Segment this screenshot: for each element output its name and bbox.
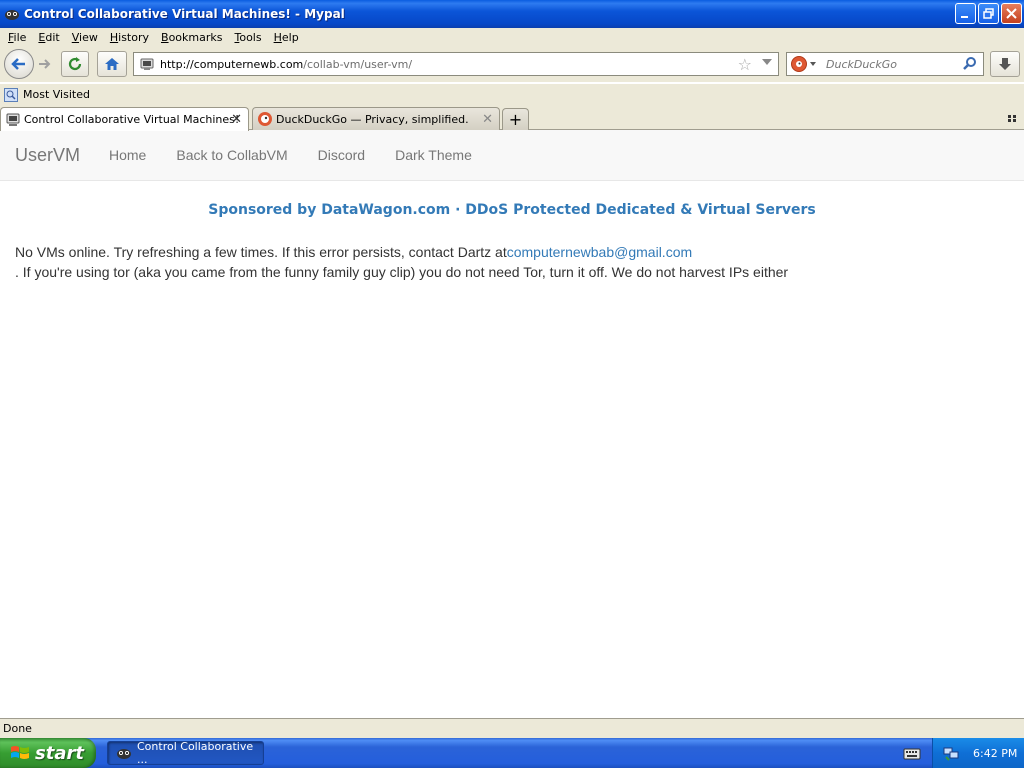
start-label: start <box>35 742 84 764</box>
menu-tools[interactable]: Tools <box>228 31 267 44</box>
downloads-button[interactable] <box>990 51 1020 77</box>
new-tab-button[interactable]: + <box>502 108 529 130</box>
search-go-icon[interactable] <box>962 56 978 75</box>
search-input[interactable] <box>824 56 954 72</box>
tab-collabvm[interactable]: Control Collaborative Virtual Machines! … <box>0 107 249 131</box>
sponsor-link[interactable]: Sponsored by DataWagon.com · DDoS Protec… <box>0 202 1024 218</box>
windows-logo-icon <box>11 746 29 759</box>
restore-button[interactable] <box>978 3 999 24</box>
home-button[interactable] <box>97 51 127 77</box>
brand-link[interactable]: UserVM <box>15 145 80 166</box>
site-navbar: UserVM Home Back to CollabVM Discord Dar… <box>0 130 1024 181</box>
menu-bar: File Edit View History Bookmarks Tools H… <box>0 28 1024 46</box>
window-title-bar[interactable]: Control Collaborative Virtual Machines! … <box>0 0 1024 28</box>
status-bar: Done <box>0 718 1024 738</box>
start-button[interactable]: start <box>0 738 96 768</box>
mypal-app-icon[interactable] <box>4 6 20 22</box>
menu-view[interactable]: View <box>66 31 104 44</box>
home-icon <box>105 58 119 70</box>
tab-close-icon[interactable]: ✕ <box>482 112 493 127</box>
nav-discord-link[interactable]: Discord <box>303 130 380 181</box>
message-text-1: No VMs online. Try refreshing a few time… <box>15 244 507 260</box>
reload-icon <box>68 57 82 71</box>
tab-close-icon[interactable]: ✕ <box>231 112 242 127</box>
list-all-tabs-icon[interactable] <box>1008 112 1018 126</box>
taskbar-item-browser[interactable]: Control Collaborative ... <box>107 740 264 766</box>
error-message: No VMs online. Try refreshing a few time… <box>15 242 1005 282</box>
menu-edit[interactable]: Edit <box>32 31 65 44</box>
status-text: Done <box>3 722 32 735</box>
site-identity-icon[interactable] <box>138 55 156 73</box>
message-text-2: . If you're using tor (aka you came from… <box>15 264 789 280</box>
bookmark-star-icon[interactable]: ☆ <box>738 55 752 74</box>
menu-file[interactable]: File <box>2 31 32 44</box>
download-arrow-icon <box>999 58 1011 70</box>
clock[interactable]: 6:42 PM <box>973 747 1017 760</box>
url-host: http://computernewb.com <box>160 57 304 71</box>
keyboard-language-icon[interactable] <box>903 745 921 761</box>
forward-arrow-icon <box>39 59 51 69</box>
url-path: /collab-vm/user-vm/ <box>303 57 413 71</box>
taskbar: start Control Collaborative ... 6:42 PM <box>0 738 1024 768</box>
minimize-button[interactable] <box>955 3 976 24</box>
most-visited-bookmark[interactable]: Most Visited <box>23 88 90 101</box>
most-visited-icon <box>4 87 18 102</box>
url-bar[interactable]: http://computernewb.com/collab-vm/user-v… <box>133 52 779 76</box>
plus-icon: + <box>508 110 523 129</box>
menu-help[interactable]: Help <box>268 31 305 44</box>
back-button[interactable] <box>4 49 34 79</box>
window-title: Control Collaborative Virtual Machines! … <box>24 7 345 21</box>
engine-dropdown-icon[interactable] <box>810 62 816 66</box>
duckduckgo-favicon-icon <box>257 111 273 127</box>
restore-icon <box>983 8 994 19</box>
close-icon <box>1006 8 1017 19</box>
bookmarks-toolbar: Most Visited <box>0 84 1024 105</box>
contact-email-link[interactable]: computernewbab@gmail.com <box>507 244 692 260</box>
network-icon[interactable] <box>943 745 959 761</box>
search-bar[interactable] <box>786 52 984 76</box>
collabvm-favicon-icon <box>5 112 21 128</box>
forward-button[interactable] <box>34 54 56 74</box>
tab-strip: Control Collaborative Virtual Machines! … <box>0 105 1024 131</box>
mypal-app-icon <box>116 745 132 761</box>
tab-label: DuckDuckGo — Privacy, simplified. <box>276 112 469 126</box>
tab-label: Control Collaborative Virtual Machines! <box>24 113 240 126</box>
reload-button[interactable] <box>61 51 89 77</box>
system-tray: 6:42 PM <box>932 738 1024 768</box>
nav-back-to-collabvm-link[interactable]: Back to CollabVM <box>161 130 302 181</box>
taskbar-item-label: Control Collaborative ... <box>137 740 254 766</box>
page-content: UserVM Home Back to CollabVM Discord Dar… <box>0 130 1024 718</box>
menu-history[interactable]: History <box>104 31 155 44</box>
nav-home-link[interactable]: Home <box>94 130 161 181</box>
url-text[interactable]: http://computernewb.com/collab-vm/user-v… <box>160 58 412 71</box>
nav-dark-theme-link[interactable]: Dark Theme <box>380 130 487 181</box>
close-window-button[interactable] <box>1001 3 1022 24</box>
minimize-icon <box>961 16 968 18</box>
menu-bookmarks[interactable]: Bookmarks <box>155 31 228 44</box>
url-history-dropdown-icon[interactable] <box>762 59 772 65</box>
tab-duckduckgo[interactable]: DuckDuckGo — Privacy, simplified. ✕ <box>252 107 500 130</box>
duckduckgo-engine-icon[interactable] <box>791 56 807 72</box>
back-arrow-icon <box>11 58 25 70</box>
